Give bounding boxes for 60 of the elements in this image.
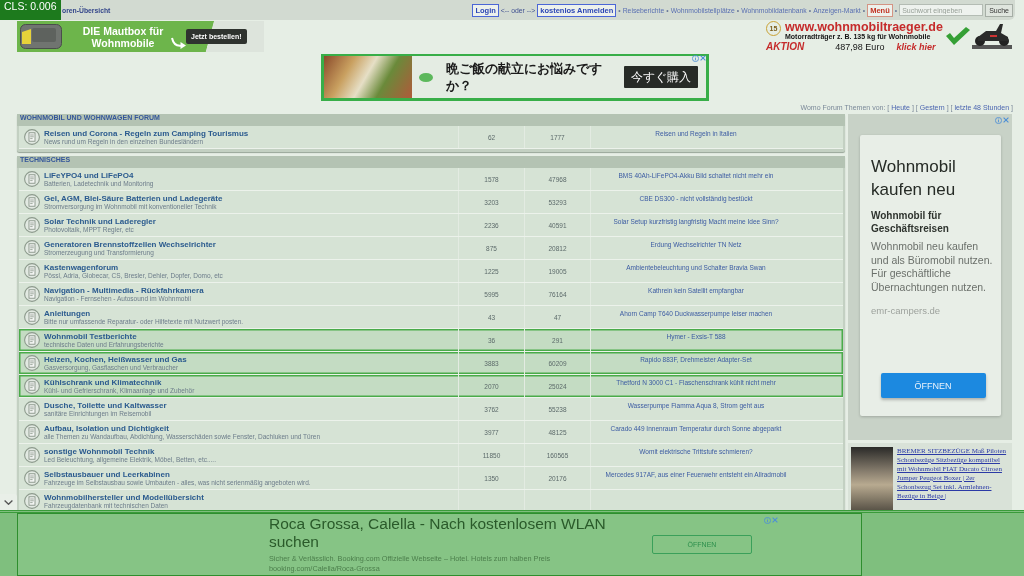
ad-card[interactable]: Wohnmobil kaufen neu Wohnmobil für Geschäftsreisen Wohnmobil neu kaufen und als Büromobil nutzen. Für geschäftliche Übernachtungen nutzen. emr-campers.de ÖFFNEN	[860, 135, 1001, 416]
ad-banner[interactable]: 晩ご飯の献立にお悩みですか？ 今すぐ購入	[321, 54, 709, 101]
ad-text: Wohnmobil neu kaufen und als Büromobil nutzen. Für geschäftliche Übernachtungen nutzen.	[871, 240, 994, 294]
forum-title-link[interactable]: Anleitungen	[44, 308, 244, 318]
document-icon	[24, 447, 40, 463]
forum-title-link[interactable]: Kühlschrank und Klimatechnik	[44, 377, 195, 387]
document-icon	[24, 286, 40, 302]
forum-title-link[interactable]: sonstige Wohnmobil Technik	[44, 446, 216, 456]
document-icon	[24, 129, 40, 145]
open-button[interactable]: ÖFFNEN	[880, 373, 986, 398]
scooter-icon	[972, 23, 1012, 49]
device-icon	[20, 23, 62, 50]
close-icon[interactable]	[700, 55, 706, 61]
checkmark-icon	[946, 27, 970, 45]
info-icon[interactable]	[692, 55, 699, 62]
click-here-link[interactable]: klick hier	[896, 41, 936, 52]
document-icon	[24, 263, 40, 279]
document-icon	[24, 424, 40, 440]
document-icon	[24, 240, 40, 256]
forum-title-link[interactable]: LiFeYPO4 und LiFePO4	[44, 170, 154, 180]
forum-title-link[interactable]: Wohnmobilhersteller und Modellübersicht	[44, 492, 204, 502]
ad-url-link[interactable]: www.wohnmobiltraeger.de	[785, 20, 943, 33]
close-icon[interactable]	[1003, 117, 1009, 123]
price-label: 487,98 Euro	[835, 41, 885, 52]
promo-label: AKTION	[766, 40, 805, 52]
close-icon[interactable]	[772, 517, 778, 523]
forum-title-link[interactable]: Navigation - Multimedia - Rückfahrkamera	[44, 285, 204, 295]
ad-headline: Roca Grossa, Calella - Nach kostenlosem WLAN suchen	[269, 515, 607, 551]
document-icon	[24, 355, 40, 371]
forum-title-link[interactable]: Gel, AGM, Blei-Säure Batterien und Ladegeräte	[44, 193, 223, 203]
forum-title-link[interactable]: Kastenwagenforum	[44, 262, 223, 272]
ad-headline: DIE Mautbox für Wohnmobile	[81, 24, 165, 49]
chevron-down-icon	[4, 499, 13, 505]
forum-title-link[interactable]: Wohnmobil Testberichte	[44, 331, 164, 341]
forum-title-link[interactable]: Generatoren Brennstoffzellen Wechselrichter	[44, 239, 216, 249]
ad-domain: emr-campers.de	[871, 305, 942, 316]
arrow-icon	[171, 36, 186, 49]
document-icon	[24, 332, 40, 348]
ad-headline: 晩ご飯の献立にお悩みですか？	[446, 60, 603, 94]
ad-headline: Wohnmobil kaufen neu	[871, 156, 957, 201]
layout-shift-score: CLS: 0.006	[0, 0, 61, 20]
document-icon	[24, 217, 40, 233]
buy-button[interactable]: 今すぐ購入	[624, 66, 698, 88]
forum-title-link[interactable]: Selbstausbauer und Leerkabinen	[44, 469, 311, 479]
document-icon	[24, 194, 40, 210]
forum-title-link[interactable]: Heizen, Kochen, Heißwasser und Gas	[44, 354, 187, 364]
photo-placeholder	[851, 447, 893, 510]
info-icon[interactable]	[995, 117, 1002, 124]
document-icon	[24, 171, 40, 187]
info-icon[interactable]	[764, 517, 771, 524]
forum-title-link[interactable]: Dusche, Toilette und Kaltwasser	[44, 400, 167, 410]
ad-subheadline: Wohnmobil für Geschäftsreisen	[871, 209, 950, 235]
document-icon	[24, 470, 40, 486]
document-icon	[24, 401, 40, 417]
logo-icon	[419, 72, 433, 82]
forum-title-link[interactable]: Solar Technik und Laderegler	[44, 216, 156, 226]
document-icon	[24, 378, 40, 394]
forum-title-link[interactable]: Reisen und Corona - Regeln zum Camping Tourismus	[44, 128, 249, 138]
forum-title-link[interactable]: Aufbau, Isolation und Dichtigkeit	[44, 423, 321, 433]
document-icon	[24, 309, 40, 325]
